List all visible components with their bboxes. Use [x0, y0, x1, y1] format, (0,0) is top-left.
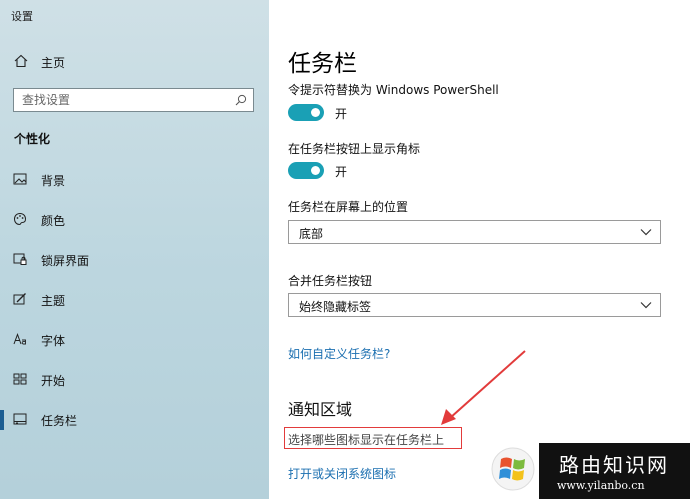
sidebar-item-start[interactable]: 开始	[0, 368, 269, 392]
image-icon	[13, 173, 27, 185]
nav-home-label: 主页	[41, 56, 66, 70]
combine-select[interactable]: 始终隐藏标签	[288, 293, 661, 317]
sidebar-item-label: 锁屏界面	[41, 254, 90, 268]
notification-area-heading: 通知区域	[288, 400, 353, 419]
sidebar-item-themes[interactable]: 主题	[0, 288, 269, 312]
section-heading: 个性化	[14, 132, 51, 146]
windows-logo-icon	[491, 447, 535, 491]
toggle-state: 开	[335, 107, 348, 121]
window-title: 设置	[11, 10, 33, 23]
position-select[interactable]: 底部	[288, 220, 661, 244]
sidebar-item-lock-screen[interactable]: 锁屏界面	[0, 248, 269, 272]
sidebar-item-taskbar[interactable]: 任务栏	[0, 408, 269, 432]
page-title: 任务栏	[288, 51, 357, 77]
select-icons-link[interactable]: 选择哪些图标显示在任务栏上	[288, 431, 444, 448]
lock-screen-icon	[13, 253, 27, 265]
search-icon[interactable]	[235, 94, 247, 106]
sidebar-item-label: 开始	[41, 374, 66, 388]
annotation-box: 选择哪些图标显示在任务栏上	[284, 427, 462, 449]
system-icons-link[interactable]: 打开或关闭系统图标	[288, 465, 396, 482]
watermark-text: 路由知识网	[559, 453, 669, 477]
sidebar-item-label: 任务栏	[41, 414, 78, 428]
sidebar: 设置 主页 个性化 背景 颜色 锁屏界面	[0, 0, 269, 499]
sidebar-item-label: 背景	[41, 174, 66, 188]
font-icon	[13, 333, 26, 345]
start-icon	[13, 373, 27, 385]
position-value: 底部	[299, 227, 324, 241]
palette-icon	[13, 212, 27, 226]
setting-label-badges: 在任务栏按钮上显示角标	[288, 142, 421, 156]
badges-toggle[interactable]	[288, 162, 324, 179]
home-icon	[14, 54, 28, 68]
toggle-knob	[311, 166, 320, 175]
watermark: 路由知识网 www.yilanbo.cn	[539, 443, 690, 499]
toggle-state: 开	[335, 165, 348, 179]
sidebar-item-colors[interactable]: 颜色	[0, 208, 269, 232]
nav-home[interactable]: 主页	[0, 52, 269, 72]
position-label: 任务栏在屏幕上的位置	[288, 200, 409, 214]
toggle-knob	[311, 108, 320, 117]
watermark-url: www.yilanbo.cn	[557, 479, 645, 492]
chevron-down-icon	[640, 302, 652, 309]
search-box[interactable]	[13, 88, 254, 112]
taskbar-icon	[13, 413, 27, 425]
sidebar-item-fonts[interactable]: 字体	[0, 328, 269, 352]
sidebar-item-label: 主题	[41, 294, 66, 308]
powershell-toggle[interactable]	[288, 104, 324, 121]
theme-icon	[13, 293, 26, 305]
sidebar-item-label: 颜色	[41, 214, 66, 228]
main-content: 任务栏 令提示符替换为 Windows PowerShell 开 在任务栏按钮上…	[269, 0, 690, 499]
sidebar-item-background[interactable]: 背景	[0, 168, 269, 192]
chevron-down-icon	[640, 229, 652, 236]
customize-taskbar-link[interactable]: 如何自定义任务栏?	[288, 345, 390, 362]
sidebar-item-label: 字体	[41, 334, 66, 348]
setting-label-powershell: 令提示符替换为 Windows PowerShell	[288, 83, 499, 97]
search-input[interactable]	[14, 89, 232, 111]
combine-value: 始终隐藏标签	[299, 300, 372, 314]
combine-label: 合并任务栏按钮	[288, 274, 373, 288]
